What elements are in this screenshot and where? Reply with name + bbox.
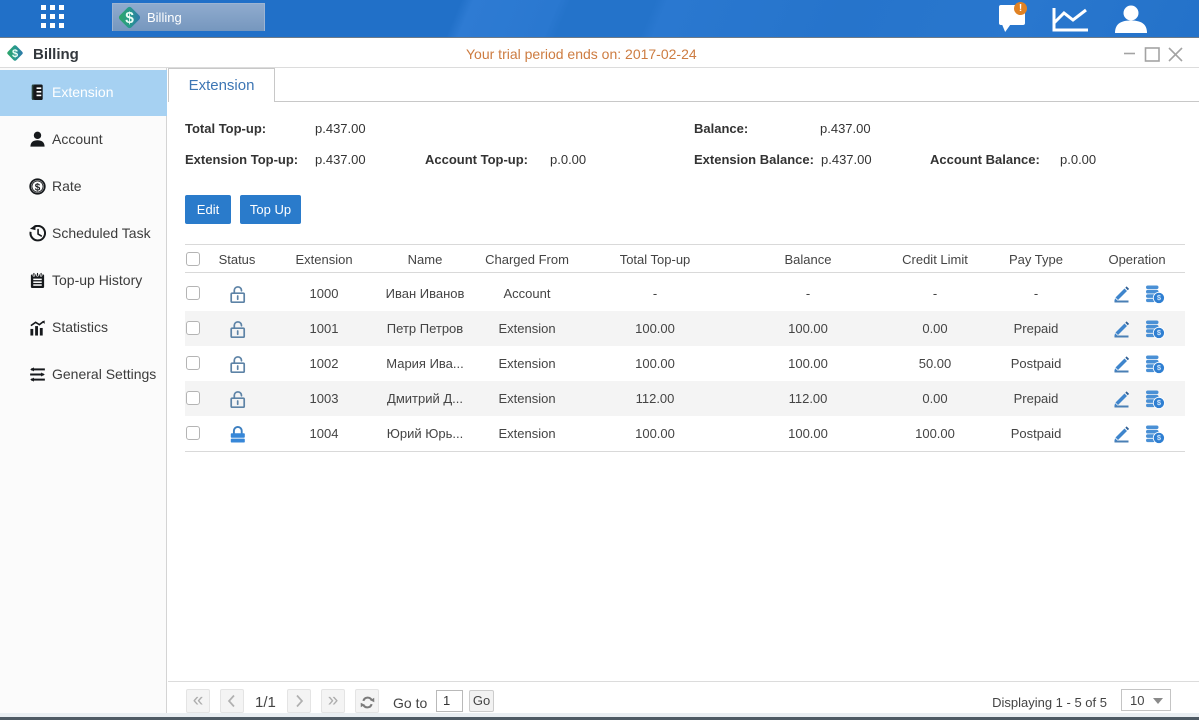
svg-text:$: $ [12,48,18,60]
svg-text:$: $ [125,10,134,27]
